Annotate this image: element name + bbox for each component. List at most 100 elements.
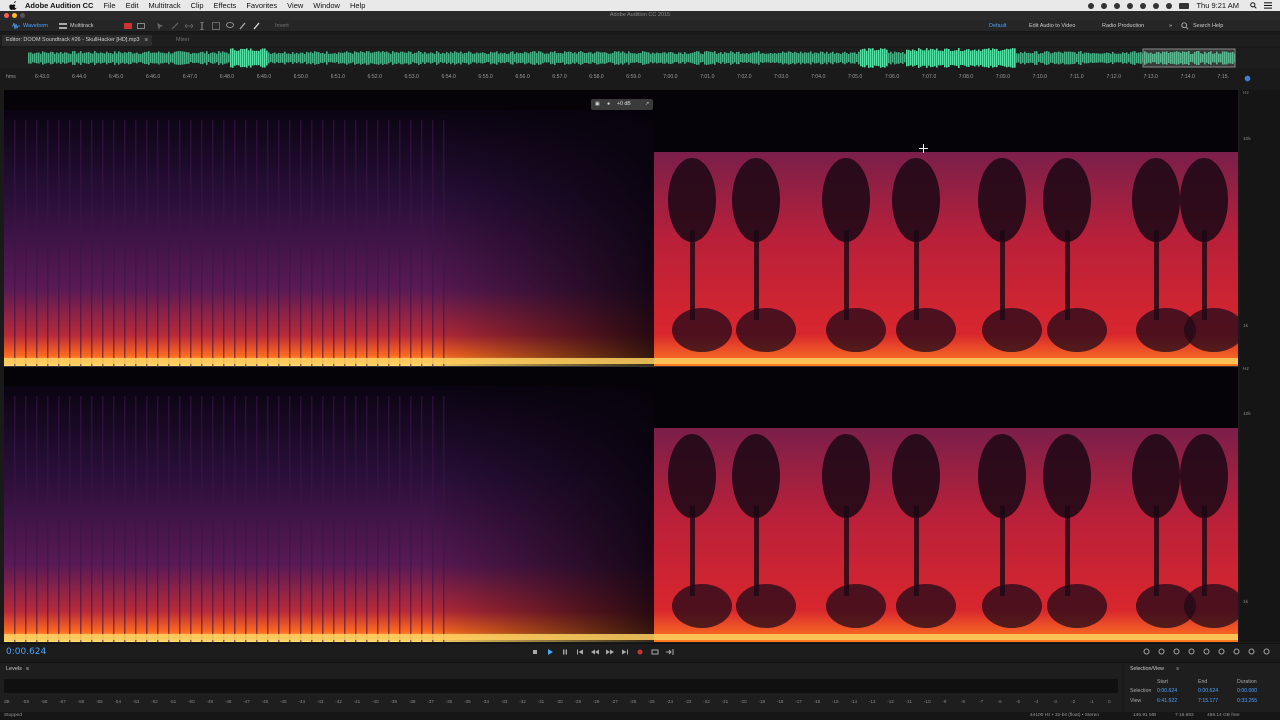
spectral-transient	[344, 120, 346, 366]
move-tool-icon[interactable]	[156, 22, 164, 30]
zoom-to-selection-icon[interactable]	[1248, 648, 1256, 656]
view-duration-field[interactable]: 0:33.255	[1237, 698, 1257, 704]
marquee-tool-icon[interactable]	[212, 22, 220, 30]
slip-tool-icon[interactable]	[185, 22, 193, 30]
search-icon[interactable]	[1250, 2, 1257, 9]
menu-edit[interactable]: Edit	[126, 0, 139, 11]
search-help-field[interactable]: Search Help	[1190, 22, 1226, 30]
selection-end-field[interactable]: 0:00.624	[1198, 688, 1218, 694]
spectral-transient	[135, 396, 137, 642]
menu-file[interactable]: File	[103, 0, 115, 11]
selection-duration-field[interactable]: 0:00.000	[1237, 688, 1257, 694]
waveform-overview[interactable]	[0, 48, 1280, 68]
selection-start-field[interactable]: 0:00.624	[1157, 688, 1177, 694]
view-start-field[interactable]: 6:41.922	[1157, 698, 1177, 704]
stop-icon[interactable]	[531, 648, 539, 656]
zoom-in-at-start-icon[interactable]	[1218, 648, 1226, 656]
zoom-in-time-icon[interactable]	[1173, 648, 1181, 656]
overview-waveform-bar	[728, 53, 730, 63]
status-icon[interactable]	[1101, 2, 1108, 9]
heads-up-display[interactable]: ▣ ● +0 dB ↗	[591, 99, 653, 110]
rewind-icon[interactable]	[591, 648, 599, 656]
razor-tool-icon[interactable]	[171, 22, 179, 30]
fast-forward-icon[interactable]	[606, 648, 614, 656]
overview-waveform-bar	[408, 51, 410, 65]
zoom-out-amplitude-icon[interactable]	[1158, 648, 1166, 656]
view-end-field[interactable]: 7:15.177	[1198, 698, 1218, 704]
panel-menu-icon[interactable]: ≡	[26, 666, 29, 672]
overview-waveform-bar	[224, 52, 226, 64]
skip-to-end-icon[interactable]	[621, 648, 629, 656]
overview-waveform-bar	[52, 52, 54, 64]
zoom-out-full-icon[interactable]	[1203, 648, 1211, 656]
status-icon[interactable]	[1140, 2, 1147, 9]
overview-waveform-bar	[660, 53, 662, 63]
multitrack-view-button[interactable]: Multitrack	[67, 22, 97, 30]
tab-menu-icon[interactable]: ≡	[145, 37, 148, 43]
time-selection-tool-icon[interactable]	[198, 22, 206, 30]
wifi-icon[interactable]	[1153, 2, 1160, 9]
menu-favorites[interactable]: Favorites	[246, 0, 277, 11]
menu-window[interactable]: Window	[313, 0, 340, 11]
overview-waveform-bar	[920, 49, 922, 67]
workspace-edit-audio-to-video[interactable]: Edit Audio to Video	[1026, 22, 1078, 30]
spectral-frequency-icon[interactable]	[124, 22, 132, 30]
app-menu[interactable]: Adobe Audition CC	[25, 0, 93, 11]
spectral-pitch-icon[interactable]	[137, 22, 145, 30]
play-icon[interactable]	[546, 648, 554, 656]
status-icon[interactable]	[1088, 2, 1095, 9]
menu-view[interactable]: View	[287, 0, 303, 11]
editor-tab[interactable]: Editor: DOOM Soundtrack #26 - SkullHacke…	[2, 35, 152, 46]
spot-healing-tool-icon[interactable]	[253, 22, 261, 30]
lasso-tool-icon[interactable]	[226, 22, 234, 30]
skip-selection-icon[interactable]	[666, 648, 674, 656]
zoom-in-amplitude-icon[interactable]	[1143, 648, 1151, 656]
mixer-tab[interactable]: Mixer	[172, 35, 193, 46]
workspace-radio-production[interactable]: Radio Production	[1099, 22, 1147, 30]
workspace-default[interactable]: Default	[986, 22, 1009, 30]
search-icon[interactable]	[1181, 22, 1189, 30]
zoom-out-time-icon[interactable]	[1188, 648, 1196, 656]
loop-icon[interactable]	[651, 648, 659, 656]
current-time-display[interactable]: 0:00.624	[6, 647, 46, 657]
overview-waveform-bar	[868, 48, 870, 68]
pause-icon[interactable]	[561, 648, 569, 656]
panel-menu-icon[interactable]: ≡	[1176, 666, 1179, 672]
zoom-reset-icon[interactable]	[1263, 648, 1271, 656]
overview-waveform-bar	[1104, 53, 1106, 63]
menu-help[interactable]: Help	[350, 0, 365, 11]
menubar-clock[interactable]: Thu 9:21 AM	[1196, 0, 1239, 11]
overview-waveform-bar	[976, 50, 978, 66]
apple-icon[interactable]	[9, 1, 19, 10]
overview-waveform-bar	[112, 53, 114, 63]
pin-icon[interactable]: ↗	[645, 99, 649, 110]
overview-waveform-bar	[848, 53, 850, 63]
overview-waveform-bar	[776, 53, 778, 63]
level-scale-label: -9	[942, 699, 947, 704]
list-icon[interactable]	[1264, 2, 1272, 9]
skip-to-start-icon[interactable]	[576, 648, 584, 656]
waveform-view-button[interactable]: Waveform	[20, 22, 51, 30]
overview-waveform-bar	[1076, 53, 1078, 63]
workspace-overflow-icon[interactable]: »	[1166, 22, 1175, 30]
spectral-frequency-display[interactable]	[4, 90, 1238, 642]
zoom-icon[interactable]	[1244, 75, 1251, 82]
invert-button[interactable]: Invert	[272, 22, 292, 30]
brush-tool-icon[interactable]	[239, 22, 247, 30]
status-icon[interactable]	[1114, 2, 1121, 9]
volume-icon[interactable]	[1166, 2, 1173, 9]
time-ruler[interactable]: hms 6:43.0 6:44.0 6:45.0 6:46.0 6:47.0 6:48.0…	[0, 72, 1280, 86]
selection-view-title: Selection/View	[1130, 666, 1164, 672]
overview-waveform-bar	[166, 53, 168, 63]
menu-clip[interactable]: Clip	[191, 0, 204, 11]
volume-knob-icon[interactable]: ●	[607, 99, 610, 110]
menu-effects[interactable]: Effects	[214, 0, 237, 11]
multitrack-icon[interactable]	[59, 22, 67, 30]
menu-multitrack[interactable]: Multitrack	[149, 0, 181, 11]
overview-waveform-bar	[244, 49, 246, 67]
status-icon[interactable]	[1127, 2, 1134, 9]
waveform-icon[interactable]	[12, 22, 20, 30]
battery-icon[interactable]	[1179, 2, 1190, 9]
record-icon[interactable]	[636, 648, 644, 656]
zoom-in-at-end-icon[interactable]	[1233, 648, 1241, 656]
